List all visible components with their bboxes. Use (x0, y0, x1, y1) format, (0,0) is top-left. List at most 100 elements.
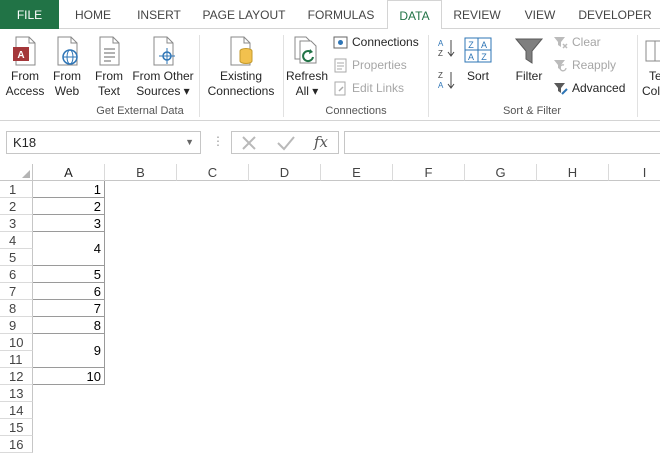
other-sources-icon (153, 36, 175, 66)
insert-function-icon[interactable]: fx (314, 133, 328, 151)
row-header[interactable]: 6 (0, 266, 33, 283)
cell-a9[interactable]: 8 (33, 317, 105, 334)
clear-button[interactable]: Clear (553, 32, 601, 52)
row-header[interactable]: 8 (0, 300, 33, 317)
tab-view[interactable]: VIEW (512, 0, 568, 29)
tab-file[interactable]: FILE (0, 0, 59, 29)
cell-a6[interactable]: 5 (33, 266, 105, 283)
access-icon: A (13, 36, 36, 66)
from-other-line2: Sources ▾ (136, 84, 190, 98)
edit-links-icon (334, 81, 346, 96)
connections-icon (333, 36, 348, 49)
separator (199, 35, 200, 117)
row-header[interactable]: 7 (0, 283, 33, 300)
row-header[interactable]: 10 (0, 334, 33, 351)
svg-text:Z: Z (468, 40, 474, 50)
text-to-columns-button[interactable]: Te Col (642, 35, 660, 99)
cell-a7[interactable]: 6 (33, 283, 105, 300)
cell-a4-merged[interactable]: 4 (33, 232, 105, 266)
formula-buttons: fx (231, 131, 339, 154)
row-header[interactable]: 3 (0, 215, 33, 232)
tab-insert[interactable]: INSERT (128, 0, 190, 29)
sort-ascending-icon: A Z (438, 39, 455, 58)
sort-a-to-z-button[interactable]: A Z (436, 37, 458, 63)
sort-button[interactable]: Z A A Z Sort (460, 35, 496, 84)
cell-a12[interactable]: 10 (33, 368, 105, 385)
properties-icon (334, 58, 347, 73)
filter-funnel-icon (514, 38, 544, 64)
properties-button[interactable]: Properties (333, 55, 407, 75)
text-to-columns-line1: Te (649, 69, 660, 83)
row-header[interactable]: 14 (0, 402, 33, 419)
column-header-a[interactable]: A (33, 164, 105, 181)
from-text-line2: Text (97, 84, 120, 98)
row-header[interactable]: 9 (0, 317, 33, 334)
cell-a10-merged[interactable]: 9 (33, 334, 105, 368)
column-header-b[interactable]: B (105, 164, 177, 181)
tab-review[interactable]: REVIEW (446, 0, 508, 29)
from-other-sources-button[interactable]: From Other Sources ▾ (130, 35, 196, 99)
from-web-button[interactable]: From Web (48, 35, 86, 99)
svg-text:A: A (438, 81, 444, 90)
row-header[interactable]: 15 (0, 419, 33, 436)
sort-z-to-a-button[interactable]: Z A (436, 69, 458, 95)
cancel-icon[interactable] (240, 135, 258, 151)
column-header-g[interactable]: G (465, 164, 537, 181)
advanced-button[interactable]: Advanced (553, 78, 625, 98)
row-header[interactable]: 1 (0, 181, 33, 198)
row-header[interactable]: 12 (0, 368, 33, 385)
separator (283, 35, 284, 117)
formula-bar-area: K18 ▼ ⋮ fx (0, 121, 660, 159)
column-header-f[interactable]: F (393, 164, 465, 181)
properties-label: Properties (352, 58, 407, 72)
name-box-value: K18 (13, 135, 37, 150)
column-header-c[interactable]: C (177, 164, 249, 181)
refresh-all-button[interactable]: Refresh All ▾ (286, 35, 328, 99)
row-header[interactable]: 2 (0, 198, 33, 215)
row-header[interactable]: 16 (0, 436, 33, 453)
cell-a1[interactable]: 1 (33, 181, 105, 198)
edit-links-button[interactable]: Edit Links (333, 78, 404, 98)
refresh-icon (294, 36, 317, 64)
from-access-line2: Access (5, 84, 45, 98)
cell-a3[interactable]: 3 (33, 215, 105, 232)
enter-check-icon[interactable] (276, 135, 296, 151)
tab-formulas[interactable]: FORMULAS (298, 0, 384, 29)
row-header[interactable]: 4 (0, 232, 33, 249)
existing-line2: Connections (207, 84, 275, 98)
tab-data[interactable]: DATA (387, 0, 442, 30)
reapply-button[interactable]: Reapply (553, 55, 616, 75)
cell-a8[interactable]: 7 (33, 300, 105, 317)
filter-button[interactable]: Filter (510, 35, 548, 84)
existing-connections-button[interactable]: Existing Connections (204, 35, 278, 99)
svg-text:A: A (17, 50, 24, 61)
text-to-columns-line2: Col (642, 84, 660, 98)
column-header-e[interactable]: E (321, 164, 393, 181)
cell-a2[interactable]: 2 (33, 198, 105, 215)
column-header-d[interactable]: D (249, 164, 321, 181)
from-access-button[interactable]: A From Access (4, 35, 46, 99)
formula-input[interactable] (344, 131, 660, 154)
tab-home[interactable]: HOME (62, 0, 124, 29)
chevron-down-icon[interactable]: ▼ (185, 132, 194, 153)
row-header[interactable]: 13 (0, 385, 33, 402)
connections-label: Connections (352, 35, 419, 49)
row-header[interactable]: 5 (0, 249, 33, 266)
tab-page-layout[interactable]: PAGE LAYOUT (194, 0, 294, 29)
sort-dialog-icon: Z A A Z (464, 37, 492, 63)
sort-descending-icon: Z A (438, 71, 455, 90)
svg-text:A: A (438, 39, 444, 48)
advanced-label: Advanced (572, 81, 626, 95)
from-text-button[interactable]: From Text (90, 35, 128, 99)
select-all-button[interactable] (0, 164, 33, 181)
ribbon: A From Access From Web From Text From Ot… (0, 29, 660, 121)
column-header-h[interactable]: H (537, 164, 609, 181)
column-header-i[interactable]: I (609, 164, 660, 181)
group-label-connections: Connections (325, 105, 387, 117)
tab-developer[interactable]: DEVELOPER (572, 0, 658, 29)
group-label-sort-filter: Sort & Filter (502, 105, 562, 117)
name-box[interactable]: K18 ▼ (6, 131, 201, 154)
vertical-dots-icon[interactable]: ⋮ (212, 134, 224, 148)
connections-button[interactable]: Connections (333, 32, 419, 52)
row-header[interactable]: 11 (0, 351, 33, 368)
